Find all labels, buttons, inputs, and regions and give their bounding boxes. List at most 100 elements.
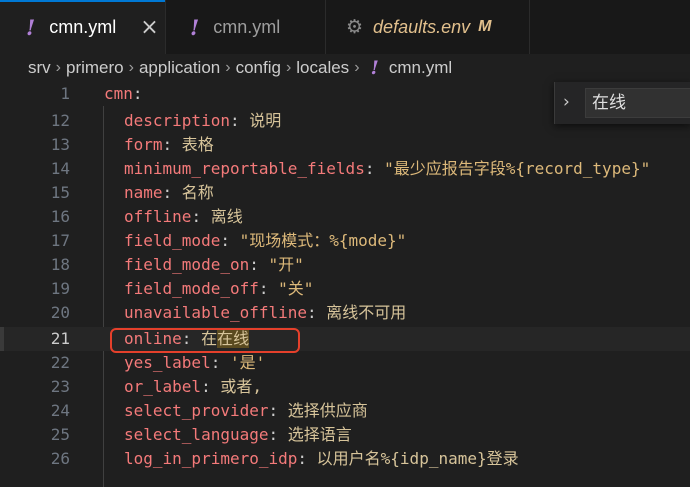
code-line[interactable]: 26 log_in_primero_idp: 以用户名%{idp_name}登录	[0, 447, 690, 471]
yaml-value: "最少应报告字段%{record_type}"	[384, 159, 651, 178]
tab-label: defaults.env	[373, 16, 471, 37]
code-line[interactable]: 15 name: 名称	[0, 181, 690, 205]
yaml-icon: !	[26, 14, 36, 40]
yaml-value: 名称	[181, 183, 214, 202]
code-line[interactable]: 18 field_mode_on: "开"	[0, 253, 690, 277]
line-content: field_mode_on: "开"	[124, 255, 304, 274]
chevron-right-icon: ›	[225, 59, 231, 76]
line-content: field_mode: "现场模式：%{mode}"	[124, 231, 407, 250]
tab-bar: ! cmn.yml × ! cmn.yml ⚙ defaults.env M	[0, 0, 690, 55]
tab-cmn-yml[interactable]: ! cmn.yml	[166, 0, 326, 54]
yaml-key: field_mode	[124, 231, 221, 250]
code-line[interactable]: 20 unavailable_offline: 离线不可用	[0, 301, 690, 325]
yaml-value: 选择语言	[287, 425, 352, 444]
line-content: unavailable_offline: 离线不可用	[124, 303, 407, 322]
line-number: 16	[50, 207, 70, 226]
breadcrumb-item[interactable]: srv	[28, 58, 51, 78]
line-content: minimum_reportable_fields: "最少应报告字段%{rec…	[124, 159, 651, 178]
yaml-icon: !	[190, 14, 200, 40]
find-input[interactable]: 在线	[585, 88, 690, 118]
tab-label: cmn.yml	[49, 16, 117, 37]
yaml-key: name	[124, 183, 163, 202]
line-number: 19	[50, 279, 70, 298]
line-number: 20	[50, 303, 70, 322]
line-content: offline: 离线	[124, 207, 243, 226]
yaml-key: field_mode_off	[124, 279, 259, 298]
line-number: 24	[50, 401, 70, 420]
yaml-value: 或者,	[220, 377, 262, 396]
code-line[interactable]: 13 form: 表格	[0, 133, 690, 157]
code-line[interactable]: 17 field_mode: "现场模式：%{mode}"	[0, 229, 690, 253]
breadcrumb: srv › primero › application › config › l…	[0, 54, 690, 82]
chevron-right-icon[interactable]: ›	[563, 92, 570, 112]
chevron-right-icon: ›	[285, 59, 292, 76]
line-content: select_language: 选择语言	[124, 425, 352, 444]
gear-icon: ⚙	[346, 16, 364, 38]
yaml-key: offline	[124, 207, 192, 226]
code-line[interactable]: 19 field_mode_off: "关"	[0, 277, 690, 301]
yaml-key: form	[124, 135, 163, 154]
yaml-key: description	[124, 111, 230, 130]
line-content: name: 名称	[124, 183, 214, 202]
line-number: 17	[50, 231, 70, 250]
colon: :	[132, 84, 143, 103]
chevron-right-icon: ›	[55, 59, 61, 76]
yaml-key: select_language	[124, 425, 269, 444]
yaml-value: 选择供应商	[287, 401, 368, 420]
tab-label: cmn.yml	[213, 16, 281, 37]
line-number: 25	[50, 425, 70, 444]
line-content: field_mode_off: "关"	[124, 279, 314, 298]
yaml-key: yes_label	[124, 353, 211, 372]
line-number: 21	[50, 329, 70, 348]
code-editor[interactable]: 1 cmn: 12 description: 说明 13 form: 表格 14…	[0, 82, 690, 487]
code-line[interactable]: 24 select_provider: 选择供应商	[0, 399, 690, 423]
line-number: 26	[50, 449, 70, 468]
line-number: 12	[50, 111, 70, 130]
yaml-value: 离线	[210, 207, 243, 226]
line-number: 14	[50, 159, 70, 178]
yaml-value: "开"	[268, 255, 304, 274]
yaml-value: 离线不可用	[326, 303, 407, 322]
line-content: cmn:	[104, 82, 143, 106]
tab-cmn-yml-active[interactable]: ! cmn.yml ×	[0, 0, 166, 54]
breadcrumb-item[interactable]: locales	[296, 58, 349, 78]
line-content: select_provider: 选择供应商	[124, 401, 368, 420]
annotation-highlight-box	[110, 328, 300, 353]
code-line[interactable]: 25 select_language: 选择语言	[0, 423, 690, 447]
yaml-value: 表格	[181, 135, 214, 154]
yaml-icon: !	[370, 57, 379, 79]
breadcrumb-item[interactable]: config	[236, 58, 281, 78]
code-line[interactable]: 23 or_label: 或者,	[0, 375, 690, 399]
breadcrumb-item[interactable]: primero	[66, 58, 124, 78]
code-line[interactable]: 22 yes_label: '是'	[0, 351, 690, 375]
close-icon[interactable]: ×	[140, 15, 158, 40]
code-line[interactable]: 16 offline: 离线	[0, 205, 690, 229]
code-line[interactable]: 14 minimum_reportable_fields: "最少应报告字段%{…	[0, 157, 690, 181]
chevron-right-icon: ›	[354, 59, 360, 76]
yaml-key: minimum_reportable_fields	[124, 159, 365, 178]
yaml-value: 以用户名%{idp_name}登录	[316, 449, 519, 468]
yaml-value: 说明	[249, 111, 282, 130]
yaml-key: cmn	[104, 84, 133, 103]
line-number: 18	[50, 255, 70, 274]
line-content: log_in_primero_idp: 以用户名%{idp_name}登录	[124, 449, 519, 468]
line-content: form: 表格	[124, 135, 214, 154]
tab-defaults-env[interactable]: ⚙ defaults.env M	[326, 0, 530, 54]
breadcrumb-item[interactable]: cmn.yml	[389, 58, 452, 78]
yaml-value: "现场模式：%{mode}"	[239, 231, 407, 250]
code-line-current[interactable]: 21 online: 在在线	[0, 327, 690, 351]
line-number: 15	[50, 183, 70, 202]
breadcrumb-item[interactable]: application	[139, 58, 220, 78]
yaml-key: or_label	[124, 377, 202, 396]
chevron-right-icon: ›	[128, 59, 134, 76]
find-widget: › 在线	[554, 82, 690, 124]
line-number: 23	[50, 377, 70, 396]
line-number: 13	[50, 135, 70, 154]
line-number: 22	[50, 353, 70, 372]
line-content: description: 说明	[124, 111, 282, 130]
line-content: yes_label: '是'	[124, 353, 266, 372]
yaml-value: '是'	[229, 353, 266, 372]
modified-badge: M	[478, 18, 492, 35]
line-number: 1	[60, 84, 70, 103]
yaml-key: log_in_primero_idp	[124, 449, 298, 468]
